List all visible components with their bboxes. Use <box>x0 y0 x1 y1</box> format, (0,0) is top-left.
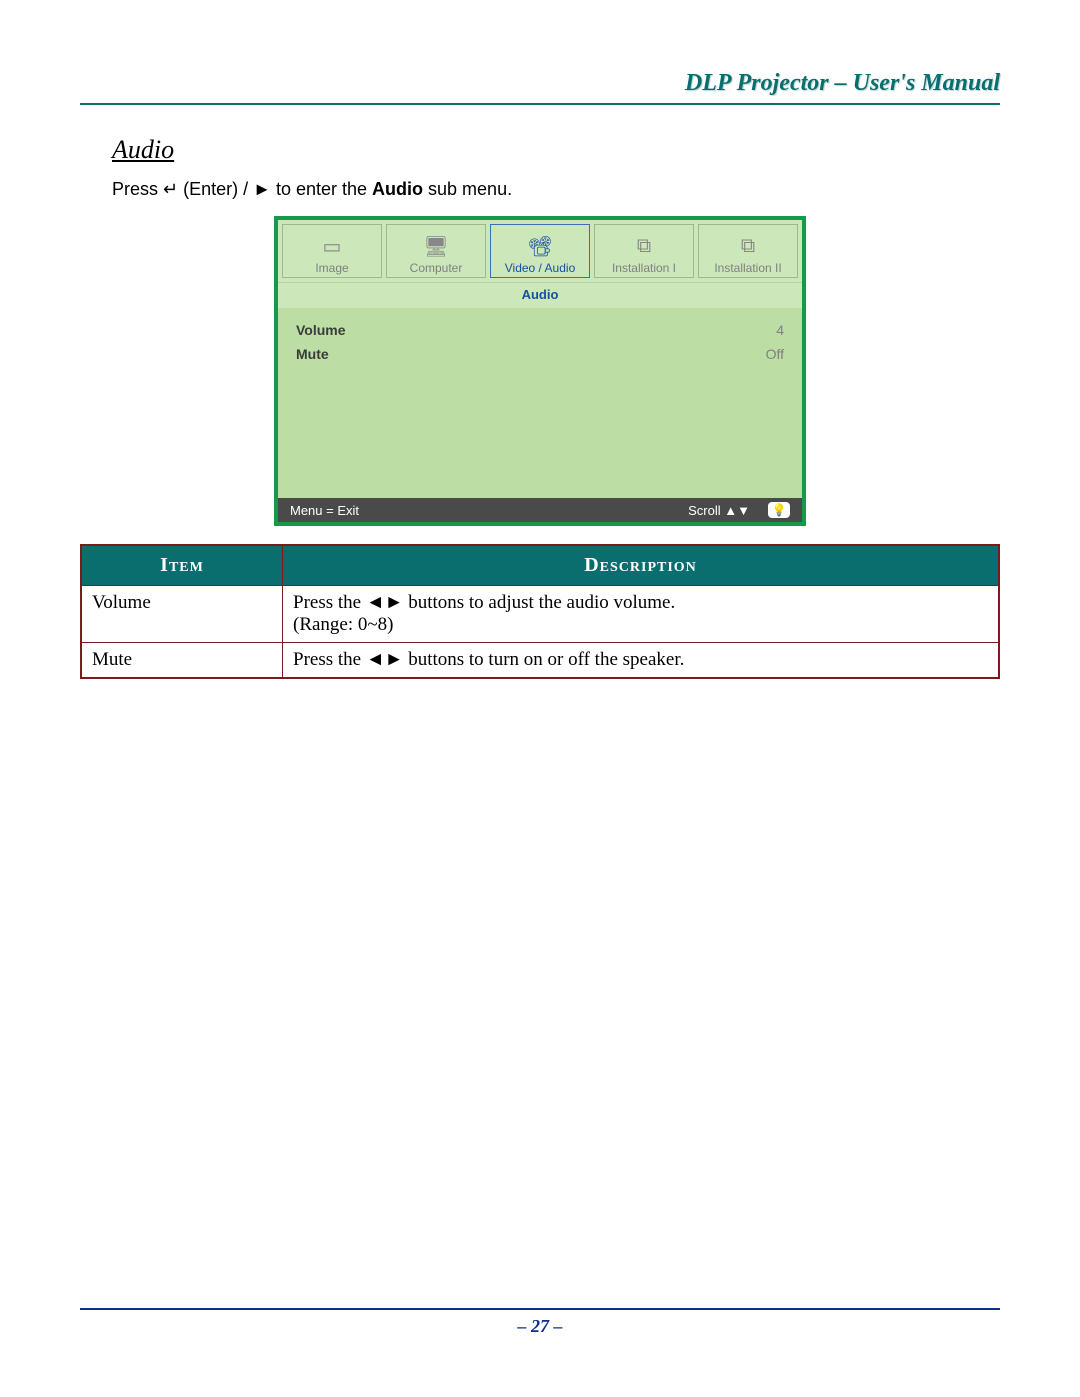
description-table: Item Description Volume Press the ◄► but… <box>80 544 1000 679</box>
desc-suffix: buttons to adjust the audio volume. <box>403 592 675 613</box>
computer-icon: 🖥 <box>423 231 448 261</box>
osd-tab-installation-2[interactable]: ⧉ Installation II <box>698 224 798 278</box>
cell-item: Mute <box>81 643 283 679</box>
bulb-icon: 💡 <box>768 502 790 518</box>
scroll-arrows-icon: ▲▼ <box>724 503 750 518</box>
osd-menu: ▭ Image 🖥 Computer 📽 Video / Audio ⧉ Ins… <box>274 216 806 526</box>
installation-2-icon: ⧉ <box>741 231 755 261</box>
page-number: – 27 – <box>518 1316 563 1336</box>
cell-description: Press the ◄► buttons to turn on or off t… <box>283 643 1000 679</box>
instruction-after: to enter the <box>271 179 372 199</box>
left-right-arrows-icon: ◄► <box>366 592 404 613</box>
osd-row-label: Volume <box>296 322 346 338</box>
header-description: Description <box>283 545 1000 586</box>
osd-subtitle: Audio <box>278 282 802 308</box>
table-row: Volume Press the ◄► buttons to adjust th… <box>81 586 999 643</box>
header-item: Item <box>81 545 283 586</box>
osd-row-mute[interactable]: Mute Off <box>296 342 784 366</box>
osd-tab-row: ▭ Image 🖥 Computer 📽 Video / Audio ⧉ Ins… <box>278 220 802 282</box>
osd-row-value: Off <box>766 346 784 362</box>
osd-tab-label: Installation I <box>612 261 676 275</box>
manual-page: DLP Projector – User's Manual Audio Pres… <box>0 0 1080 1397</box>
osd-tab-image[interactable]: ▭ Image <box>282 224 382 278</box>
table-header-row: Item Description <box>81 545 999 586</box>
footer-divider <box>80 1308 1000 1310</box>
osd-tab-label: Video / Audio <box>505 261 576 275</box>
scroll-label: Scroll <box>688 503 724 518</box>
instruction-middle: (Enter) / <box>178 179 253 199</box>
osd-tab-label: Computer <box>410 261 463 275</box>
desc-prefix: Press the <box>293 592 366 613</box>
osd-row-label: Mute <box>296 346 329 362</box>
instruction-prefix: Press <box>112 179 163 199</box>
installation-1-icon: ⧉ <box>637 231 651 261</box>
cell-description: Press the ◄► buttons to adjust the audio… <box>283 586 1000 643</box>
instruction-text: Press ↵ (Enter) / ► to enter the Audio s… <box>112 179 1000 200</box>
enter-icon: ↵ <box>163 179 178 199</box>
video-audio-icon: 📽 <box>527 231 552 261</box>
cell-item: Volume <box>81 586 283 643</box>
instruction-bold: Audio <box>372 179 423 199</box>
osd-tab-computer[interactable]: 🖥 Computer <box>386 224 486 278</box>
desc-suffix: buttons to turn on or off the speaker. <box>403 649 684 670</box>
page-footer: – 27 – <box>80 1308 1000 1337</box>
osd-footer-scroll: Scroll ▲▼ <box>688 503 750 518</box>
osd-row-value: 4 <box>776 322 784 338</box>
left-right-arrows-icon: ◄► <box>366 649 404 670</box>
document-header-title: DLP Projector – User's Manual <box>80 70 1000 97</box>
image-icon: ▭ <box>323 231 342 261</box>
osd-tab-label: Installation II <box>714 261 781 275</box>
desc-range: (Range: 0~8) <box>293 614 394 635</box>
osd-tab-label: Image <box>315 261 348 275</box>
osd-tab-installation-1[interactable]: ⧉ Installation I <box>594 224 694 278</box>
osd-tab-video-audio[interactable]: 📽 Video / Audio <box>490 224 590 278</box>
instruction-suffix: sub menu. <box>423 179 512 199</box>
osd-body: Volume 4 Mute Off <box>278 308 802 498</box>
osd-row-volume[interactable]: Volume 4 <box>296 318 784 342</box>
desc-prefix: Press the <box>293 649 366 670</box>
header-divider <box>80 103 1000 105</box>
osd-footer-left: Menu = Exit <box>290 503 359 518</box>
right-arrow-icon: ► <box>253 179 271 199</box>
section-heading-audio: Audio <box>112 135 1000 165</box>
osd-footer: Menu = Exit Scroll ▲▼ 💡 <box>278 498 802 522</box>
table-row: Mute Press the ◄► buttons to turn on or … <box>81 643 999 679</box>
